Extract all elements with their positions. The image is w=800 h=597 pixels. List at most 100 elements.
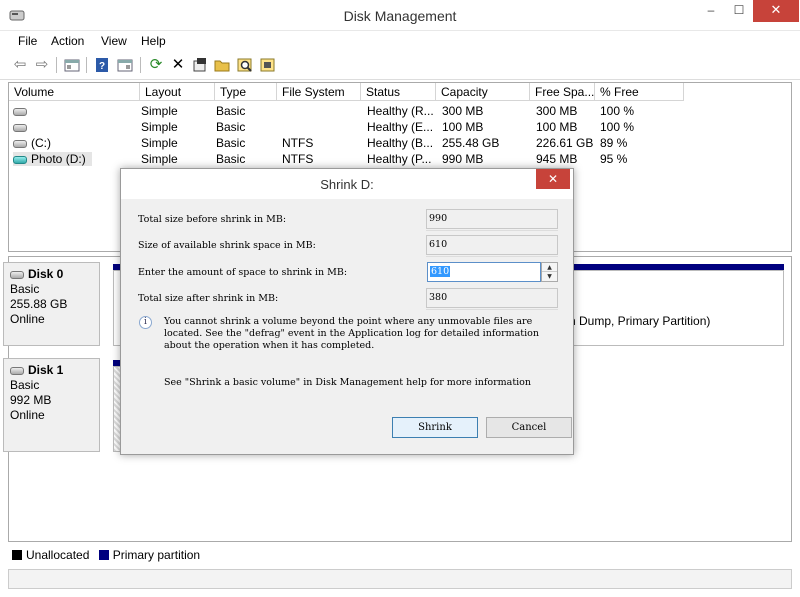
volume-icon xyxy=(13,155,27,164)
status-cell: Healthy (E... xyxy=(367,120,434,134)
console-tree-icon[interactable] xyxy=(63,56,81,74)
disk-0-state: Online xyxy=(10,312,45,326)
file-system-cell: NTFS xyxy=(282,136,314,150)
shrink-amount-input[interactable]: 610 xyxy=(427,262,541,282)
disk-0-name: Disk 0 xyxy=(10,267,93,282)
percent-free-cell: 100 % xyxy=(600,104,635,118)
table-row[interactable]: Simple Basic Healthy (E... 100 MB 100 MB… xyxy=(9,119,791,135)
disk-0-label[interactable]: Disk 0 Basic 255.88 GB Online xyxy=(3,262,100,346)
free-space-cell: 226.61 GB xyxy=(536,136,594,150)
column-header-layout[interactable]: Layout xyxy=(140,83,215,101)
forward-arrow-icon[interactable]: ⇨ xyxy=(33,56,51,74)
minimize-button[interactable]: – xyxy=(697,0,725,22)
spin-down-icon[interactable]: ▼ xyxy=(542,272,557,281)
table-row[interactable]: Photo (D:) Simple Basic NTFS Healthy (P.… xyxy=(9,151,791,167)
maximize-button[interactable]: ☐ xyxy=(725,0,753,22)
rescan-disks-icon[interactable] xyxy=(259,56,277,74)
volume-icon xyxy=(13,139,27,148)
search-icon[interactable] xyxy=(236,56,254,74)
volume-icon xyxy=(13,107,27,116)
disk-icon xyxy=(10,270,24,279)
status-cell: Healthy (B... xyxy=(367,136,434,150)
column-header-status[interactable]: Status xyxy=(361,83,436,101)
disk-0-size: 255.88 GB xyxy=(10,297,68,311)
column-header-type[interactable]: Type xyxy=(215,83,277,101)
title-bar: Disk Management – ☐ ✕ xyxy=(0,0,800,31)
disk-0-type: Basic xyxy=(10,282,40,296)
type-cell: Basic xyxy=(216,152,246,166)
status-bar xyxy=(8,569,792,589)
column-header-capacity[interactable]: Capacity xyxy=(436,83,530,101)
open-folder-icon[interactable] xyxy=(213,56,231,74)
layout-cell: Simple xyxy=(141,104,178,118)
available-shrink-space-field: 610 xyxy=(426,235,558,257)
free-space-cell: 945 MB xyxy=(536,152,578,166)
column-header-file-system[interactable]: File System xyxy=(277,83,361,101)
volume-cell xyxy=(13,120,31,134)
file-system-cell: NTFS xyxy=(282,152,314,166)
toolbar-separator xyxy=(56,57,57,73)
legend-swatch-primary xyxy=(98,550,109,560)
properties-icon[interactable] xyxy=(191,56,209,74)
layout-cell: Simple xyxy=(141,136,178,150)
table-row[interactable]: Simple Basic Healthy (R... 300 MB 300 MB… xyxy=(9,103,791,119)
partition-description: h Dump, Primary Partition) xyxy=(569,314,711,328)
menu-help[interactable]: Help xyxy=(141,34,166,48)
disk-1-state: Online xyxy=(10,408,45,422)
menu-view[interactable]: View xyxy=(101,34,127,48)
cancel-button[interactable]: Cancel xyxy=(486,417,572,438)
layout-cell: Simple xyxy=(141,120,178,134)
menu-file[interactable]: File xyxy=(18,34,37,48)
capacity-cell: 100 MB xyxy=(442,120,484,134)
dialog-title-bar: Shrink D: ✕ xyxy=(121,169,573,199)
volume-cell: Photo (D:) xyxy=(13,152,92,166)
properties-pane-icon[interactable] xyxy=(116,56,134,74)
volume-cell: (C:) xyxy=(13,136,51,150)
layout-cell: Simple xyxy=(141,152,178,166)
toolbar-separator xyxy=(86,57,87,73)
legend-unallocated: Unallocated xyxy=(26,548,90,562)
spin-up-icon[interactable]: ▲ xyxy=(542,263,557,272)
shrink-amount-stepper[interactable]: ▲ ▼ xyxy=(541,262,558,282)
column-header-percent-free[interactable]: % Free xyxy=(595,83,684,101)
info-icon: i xyxy=(139,316,152,329)
shrink-button[interactable]: Shrink xyxy=(392,417,478,438)
status-cell: Healthy (P... xyxy=(367,152,432,166)
dialog-close-button[interactable]: ✕ xyxy=(536,169,570,189)
legend-swatch-unallocated xyxy=(12,550,22,560)
refresh-icon[interactable]: ⟳ xyxy=(147,56,165,74)
info-message: You cannot shrink a volume beyond the po… xyxy=(164,316,539,351)
shrink-amount-value: 610 xyxy=(430,266,451,277)
type-cell: Basic xyxy=(216,104,246,118)
type-cell: Basic xyxy=(216,136,246,150)
status-cell: Healthy (R... xyxy=(367,104,434,118)
capacity-cell: 300 MB xyxy=(442,104,484,118)
svg-text:?: ? xyxy=(99,61,105,72)
back-arrow-icon[interactable]: ⇦ xyxy=(11,56,29,74)
type-cell: Basic xyxy=(216,120,246,134)
shrink-amount-label: Enter the amount of space to shrink in M… xyxy=(138,267,348,278)
help-icon[interactable]: ? xyxy=(93,56,111,74)
disk-1-size: 992 MB xyxy=(10,393,52,407)
close-button[interactable]: ✕ xyxy=(753,0,799,22)
disk-icon xyxy=(10,366,24,375)
disk-1-type: Basic xyxy=(10,378,40,392)
percent-free-cell: 100 % xyxy=(600,120,635,134)
total-size-before-field: 990 xyxy=(426,209,558,231)
disk-1-label[interactable]: Disk 1 Basic 992 MB Online xyxy=(3,358,100,452)
capacity-cell: 255.48 GB xyxy=(442,136,500,150)
window-title: Disk Management xyxy=(343,8,457,24)
volume-icon xyxy=(13,123,27,132)
free-space-cell: 100 MB xyxy=(536,120,578,134)
menu-action[interactable]: Action xyxy=(51,34,84,48)
dialog-title: Shrink D: xyxy=(320,177,374,192)
available-shrink-space-label: Size of available shrink space in MB: xyxy=(138,240,316,251)
column-header-volume[interactable]: Volume xyxy=(9,83,140,101)
table-row[interactable]: (C:) Simple Basic NTFS Healthy (B... 255… xyxy=(9,135,791,151)
capacity-cell: 990 MB xyxy=(442,152,484,166)
column-header-free-space[interactable]: Free Spa... xyxy=(530,83,595,101)
legend: Unallocated Primary partition xyxy=(12,548,200,564)
legend-primary-partition: Primary partition xyxy=(112,548,201,562)
shrink-dialog: Shrink D: ✕ Total size before shrink in … xyxy=(120,168,574,455)
delete-icon[interactable]: ✕ xyxy=(169,56,187,74)
